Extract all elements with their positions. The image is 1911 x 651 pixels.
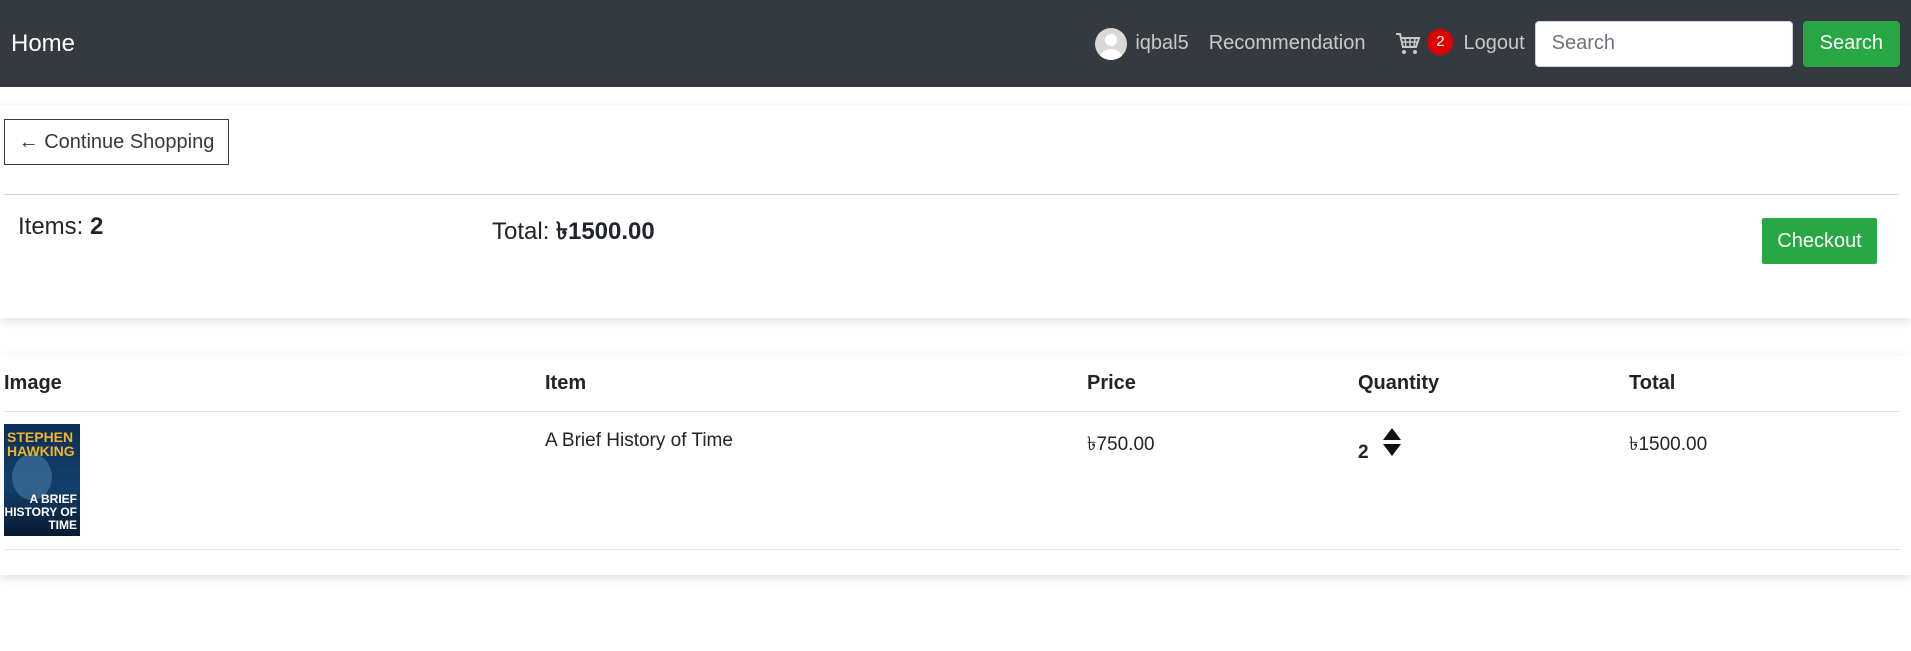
column-header-quantity: Quantity xyxy=(1358,355,1629,412)
cell-total: ৳1500.00 xyxy=(1629,411,1901,550)
item-price: ৳750.00 xyxy=(1087,434,1155,455)
checkout-button[interactable]: Checkout xyxy=(1762,218,1877,264)
navbar: Home iqbal5 Recommendation 2 Logout Sear… xyxy=(0,0,1911,87)
table-header-row: Image Item Price Quantity Total xyxy=(4,355,1901,412)
book-cover-image: STEPHEN HAWKING A BRIEF HISTORY OF TIME xyxy=(4,424,80,536)
cart-table-card: Image Item Price Quantity Total STEPHEN … xyxy=(0,355,1911,575)
cell-price: ৳750.00 xyxy=(1087,411,1358,550)
column-header-item: Item xyxy=(545,355,1087,412)
user-profile-link[interactable]: iqbal5 xyxy=(1095,27,1189,60)
total-label: Total: xyxy=(492,218,557,245)
item-total: ৳1500.00 xyxy=(1629,434,1708,455)
quantity-decrease-icon[interactable] xyxy=(1382,444,1401,456)
quantity-arrows xyxy=(1382,428,1401,456)
column-header-image: Image xyxy=(4,355,545,412)
cart-link[interactable]: 2 xyxy=(1395,28,1454,56)
avatar-icon xyxy=(1095,27,1128,60)
items-label: Items: xyxy=(18,213,91,240)
cart-count-badge: 2 xyxy=(1427,28,1454,55)
column-header-price: Price xyxy=(1087,355,1358,412)
quantity-stepper: 2 xyxy=(1358,412,1629,464)
cover-author-text: STEPHEN HAWKING xyxy=(7,429,75,459)
search-button[interactable]: Search xyxy=(1802,20,1900,67)
total-value: ৳1500.00 xyxy=(556,218,655,245)
quantity-increase-icon[interactable] xyxy=(1382,428,1401,440)
cell-image: STEPHEN HAWKING A BRIEF HISTORY OF TIME xyxy=(4,411,545,550)
recommendation-link[interactable]: Recommendation xyxy=(1209,32,1366,55)
cart-table: Image Item Price Quantity Total STEPHEN … xyxy=(4,355,1901,550)
item-name: A Brief History of Time xyxy=(545,430,733,451)
divider xyxy=(4,194,1899,195)
cart-icon xyxy=(1395,32,1421,56)
continue-shopping-button[interactable]: ← Continue Shopping xyxy=(4,119,229,165)
search-input[interactable] xyxy=(1534,20,1793,67)
table-row: STEPHEN HAWKING A BRIEF HISTORY OF TIME … xyxy=(4,411,1901,550)
cell-quantity: 2 xyxy=(1358,411,1629,550)
cover-title-text: A BRIEF HISTORY OF TIME xyxy=(4,492,77,532)
username-label: iqbal5 xyxy=(1135,32,1189,54)
navbar-right: iqbal5 Recommendation 2 Logout Search xyxy=(1095,0,1900,87)
column-header-total: Total xyxy=(1629,355,1901,412)
logout-link[interactable]: Logout xyxy=(1463,32,1524,55)
items-summary: Items: 2 xyxy=(18,213,103,241)
total-summary: Total: ৳1500.00 xyxy=(492,213,655,253)
cell-item: A Brief History of Time xyxy=(545,411,1087,550)
home-link[interactable]: Home xyxy=(11,30,75,58)
items-count: 2 xyxy=(90,213,104,240)
quantity-value: 2 xyxy=(1358,442,1369,463)
cart-summary-card: ← Continue Shopping Items: 2 Total: ৳150… xyxy=(0,105,1911,318)
